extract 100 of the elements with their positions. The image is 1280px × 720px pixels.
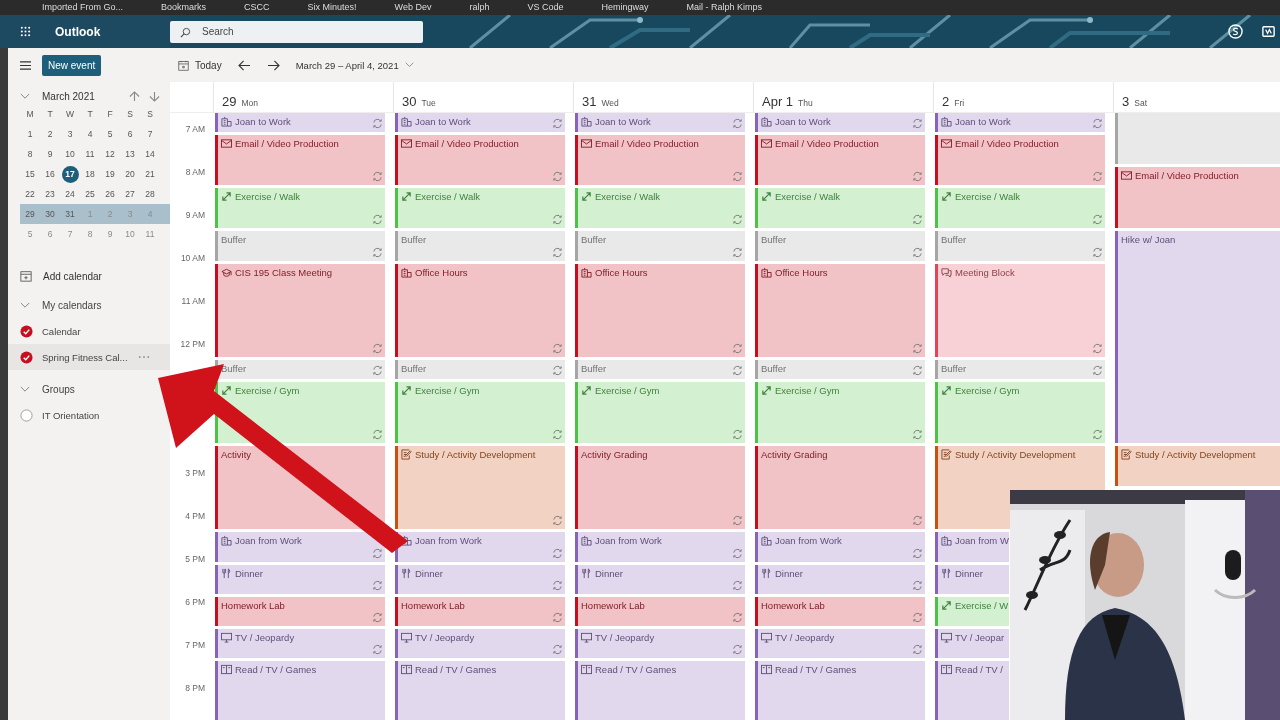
date-cell[interactable]: 21: [140, 169, 160, 179]
date-cell[interactable]: 6: [120, 129, 140, 139]
calendar-event[interactable]: Exercise / Gym: [575, 381, 745, 444]
date-cell[interactable]: 9: [100, 229, 120, 239]
calendar-row-highlight[interactable]: Spring Fitness Cal...: [8, 344, 170, 370]
calendar-event[interactable]: Email / Video Production: [575, 134, 745, 186]
bookmark[interactable]: CSCC: [244, 0, 270, 15]
calendar-event[interactable]: Email / Video Production: [215, 134, 385, 186]
date-cell[interactable]: 10: [60, 149, 80, 159]
date-cell[interactable]: 20: [120, 169, 140, 179]
calendar-event[interactable]: Exercise / Walk: [395, 188, 565, 229]
calendar-event[interactable]: Homework Lab: [395, 596, 565, 626]
calendar-event[interactable]: TV / Jeopardy: [575, 629, 745, 659]
date-range-dropdown[interactable]: March 29 – April 4, 2021: [295, 59, 414, 71]
bookmark[interactable]: ralph: [469, 0, 490, 15]
bookmark[interactable]: Six Minutes!: [307, 0, 357, 15]
bookmark[interactable]: Web Dev: [394, 0, 432, 15]
calendar-event[interactable]: Joan to Work: [395, 113, 565, 132]
date-cell[interactable]: 3: [60, 129, 80, 139]
calendar-event[interactable]: Buffer: [755, 360, 925, 379]
day-header[interactable]: Apr 1 Thu: [753, 82, 933, 112]
bookmark[interactable]: Imported From Go...: [42, 0, 124, 15]
date-cell[interactable]: 19: [100, 169, 120, 179]
calendar-event[interactable]: Exercise / Gym: [395, 381, 565, 444]
date-cell[interactable]: 9: [40, 149, 60, 159]
calendar-event[interactable]: Buffer: [575, 231, 745, 261]
date-cell[interactable]: 22: [20, 189, 40, 199]
calendar-event[interactable]: Joan to Work: [575, 113, 745, 132]
date-cell[interactable]: 28: [140, 189, 160, 199]
group-title[interactable]: My calendars: [42, 299, 102, 311]
calendar-event[interactable]: TV / Jeopar: [935, 629, 1009, 659]
calendar-event[interactable]: Dinner: [935, 564, 1009, 594]
calendar-event[interactable]: Buffer: [395, 231, 565, 261]
date-cell[interactable]: 8: [80, 229, 100, 239]
calendar-event[interactable]: Read / TV / Games: [215, 661, 385, 720]
calendar-event[interactable]: Joan from W: [935, 532, 1009, 562]
date-cell[interactable]: 1: [20, 129, 40, 139]
month-title[interactable]: March 2021: [42, 90, 120, 102]
date-cell[interactable]: 12: [100, 149, 120, 159]
day-header[interactable]: 29 Mon: [213, 82, 393, 112]
date-cell[interactable]: 30: [40, 209, 60, 219]
date-cell[interactable]: 16: [40, 169, 60, 179]
calendar-event[interactable]: Exercise / Gym: [935, 381, 1105, 444]
calendar-event[interactable]: Office Hours: [575, 263, 745, 358]
calendar-event[interactable]: Email / Video Production: [755, 134, 925, 186]
calendar-event[interactable]: Exercise / Gym: [755, 381, 925, 444]
bookmark[interactable]: VS Code: [527, 0, 564, 15]
calendar-event[interactable]: Homework Lab: [755, 596, 925, 626]
calendar-event[interactable]: Exercise / Walk: [575, 188, 745, 229]
calendar-event[interactable]: Meeting Block: [935, 263, 1105, 358]
calendar-event[interactable]: Joan from Work: [395, 532, 565, 562]
calendar-event[interactable]: Buffer: [935, 360, 1105, 379]
calendar-event[interactable]: Exercise / W: [935, 596, 1009, 626]
date-cell[interactable]: 5: [20, 229, 40, 239]
calendar-event[interactable]: Buffer: [935, 231, 1105, 261]
calendar-event[interactable]: Homework Lab: [575, 596, 745, 626]
calendar-event[interactable]: Exercise / Walk: [215, 188, 385, 229]
calendar-event[interactable]: Joan to Work: [215, 113, 385, 132]
calendar-event[interactable]: Read / TV / Games: [395, 661, 565, 720]
calendar-event[interactable]: Study / Activity Development: [1115, 446, 1280, 487]
date-cell[interactable]: 15: [20, 169, 40, 179]
date-cell[interactable]: 13: [120, 149, 140, 159]
day-header[interactable]: 31 Wed: [573, 82, 753, 112]
calendar-event[interactable]: Email / Video Production: [935, 134, 1105, 186]
calendar-event[interactable]: TV / Jeopardy: [755, 629, 925, 659]
date-cell[interactable]: 26: [100, 189, 120, 199]
date-cell[interactable]: 11: [80, 149, 100, 159]
calendar-event[interactable]: Buffer: [575, 360, 745, 379]
date-cell[interactable]: 2: [40, 129, 60, 139]
date-cell[interactable]: 17: [61, 165, 79, 183]
calendar-event[interactable]: CIS 195 Class Meeting: [215, 263, 385, 358]
group-title[interactable]: Groups: [42, 383, 75, 395]
calendar-event[interactable]: TV / Jeopardy: [395, 629, 565, 659]
calendar-event[interactable]: Joan to Work: [755, 113, 925, 132]
calendar-event[interactable]: Joan from Work: [755, 532, 925, 562]
add-calendar-button[interactable]: Add calendar: [20, 266, 170, 286]
search-field[interactable]: Search: [170, 20, 423, 43]
date-cell[interactable]: 24: [60, 189, 80, 199]
day-header[interactable]: 3 Sat: [1113, 82, 1280, 112]
bookmark[interactable]: Bookmarks: [161, 0, 207, 15]
new-event-button[interactable]: New event: [42, 54, 102, 76]
calendar-event[interactable]: Activity Grading: [575, 446, 745, 530]
date-cell[interactable]: 5: [100, 129, 120, 139]
calendar-event[interactable]: Study / Activity Development: [395, 446, 565, 530]
calendar-event[interactable]: Exercise / Walk: [935, 188, 1105, 229]
calendar-event[interactable]: Dinner: [755, 564, 925, 594]
calendar-event[interactable]: Buffer: [215, 231, 385, 261]
bookmark[interactable]: Hemingway: [601, 0, 649, 15]
calendar-event[interactable]: Buffer: [755, 231, 925, 261]
calendar-event[interactable]: Read / TV / Games: [575, 661, 745, 720]
date-cell[interactable]: 14: [140, 149, 160, 159]
calendar-event[interactable]: Joan from Work: [575, 532, 745, 562]
calendar-event[interactable]: Homework Lab: [215, 596, 385, 626]
date-cell[interactable]: 18: [80, 169, 100, 179]
date-cell[interactable]: 7: [140, 129, 160, 139]
calendar-event[interactable]: Joan from Work: [215, 532, 385, 562]
calendar-event[interactable]: Dinner: [395, 564, 565, 594]
calendar-event[interactable]: Hike w/ Joan: [1115, 231, 1280, 444]
date-cell[interactable]: 4: [80, 129, 100, 139]
date-cell[interactable]: 25: [80, 189, 100, 199]
